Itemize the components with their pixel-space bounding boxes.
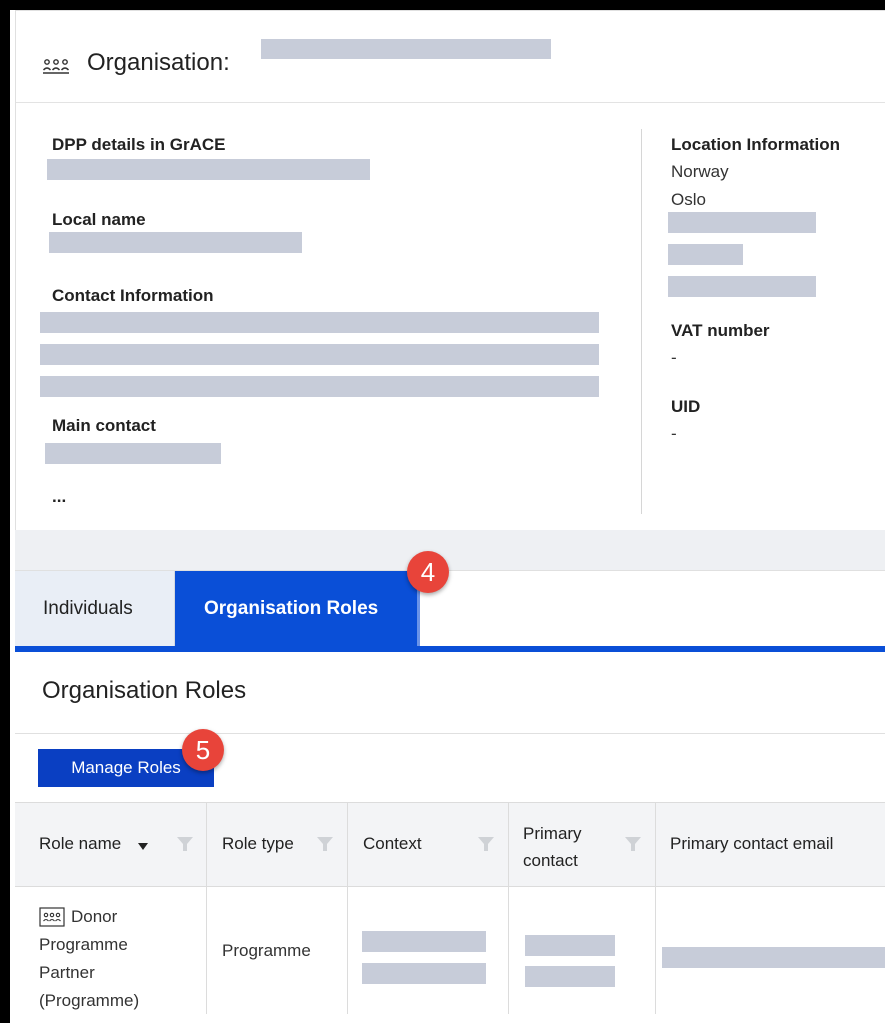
column-header-primary-contact[interactable]: Primary contact [509, 803, 656, 887]
column-header-label: Role type [222, 834, 294, 853]
table-cell-primary-contact [509, 887, 656, 1014]
column-header-label: Primary contact email [670, 834, 834, 853]
section-title: Organisation Roles [42, 677, 247, 704]
column-header-context[interactable]: Context [348, 803, 509, 887]
location-country: Norway [671, 162, 729, 181]
column-header-role-type[interactable]: Role type [207, 803, 348, 887]
filter-icon[interactable] [316, 835, 334, 853]
tab-organisation-roles[interactable]: Organisation Roles [175, 571, 420, 647]
redacted-main-contact [45, 443, 221, 464]
role-name-link[interactable]: Donor Programme Partner (Programme) [39, 903, 169, 1015]
redacted-local-name [49, 232, 302, 253]
redacted-email [662, 947, 885, 968]
column-header-label: Primary contact [523, 824, 582, 870]
redacted-address-line [668, 244, 743, 265]
column-header-label: Context [363, 834, 422, 853]
filter-icon[interactable] [624, 835, 642, 853]
redacted-org-name [261, 39, 551, 59]
redacted-context [362, 963, 486, 984]
tab-bar: Individuals Organisation Roles [15, 570, 885, 648]
location-info-label: Location Information [671, 135, 841, 154]
organisation-card: Organisation: DPP details in GrACE Local… [15, 10, 885, 540]
role-type-value: Programme [222, 941, 311, 960]
column-divider [641, 129, 642, 514]
divider [15, 733, 885, 734]
more-ellipsis[interactable]: ... [52, 487, 66, 507]
vat-number-label: VAT number [671, 321, 770, 340]
roles-table: Role name Role type Context Primary cont… [15, 802, 885, 1014]
redacted-contact-line [40, 312, 599, 333]
location-city: Oslo [671, 190, 706, 209]
redacted-primary-contact [525, 966, 615, 987]
page-title: Organisation: [87, 49, 230, 76]
uid-value: - [671, 424, 677, 443]
step-badge-5: 5 [182, 729, 224, 771]
redacted-primary-contact [525, 935, 615, 956]
redacted-contact-line [40, 344, 599, 365]
table-cell-role-name: Donor Programme Partner (Programme) [15, 887, 207, 1014]
local-name-label: Local name [52, 210, 146, 229]
redacted-context [362, 931, 486, 952]
people-group-icon [42, 59, 70, 74]
filter-icon[interactable] [176, 835, 194, 853]
tab-individuals[interactable]: Individuals [15, 571, 175, 647]
main-contact-label: Main contact [52, 416, 156, 435]
redacted-address-line [668, 276, 816, 297]
active-tab-underline [15, 646, 885, 652]
table-cell-role-type: Programme [207, 887, 348, 1014]
vat-number-value: - [671, 348, 677, 367]
column-header-role-name[interactable]: Role name [15, 803, 207, 887]
table-header-row: Role name Role type Context Primary cont… [15, 803, 885, 887]
column-header-primary-contact-email[interactable]: Primary contact email [656, 803, 885, 887]
sort-desc-icon[interactable] [138, 843, 148, 850]
dpp-details-label: DPP details in GrACE [52, 135, 226, 154]
redacted-dpp-value [47, 159, 370, 180]
table-cell-primary-contact-email [656, 887, 885, 1014]
uid-label: UID [671, 397, 701, 416]
table-cell-context [348, 887, 509, 1014]
contact-info-label: Contact Information [52, 286, 214, 305]
filter-icon[interactable] [477, 835, 495, 853]
column-header-label: Role name [39, 834, 122, 853]
redacted-contact-line [40, 376, 599, 397]
redacted-address-line [668, 212, 816, 233]
organisation-header: Organisation: [16, 11, 885, 103]
step-badge-4: 4 [407, 551, 449, 593]
